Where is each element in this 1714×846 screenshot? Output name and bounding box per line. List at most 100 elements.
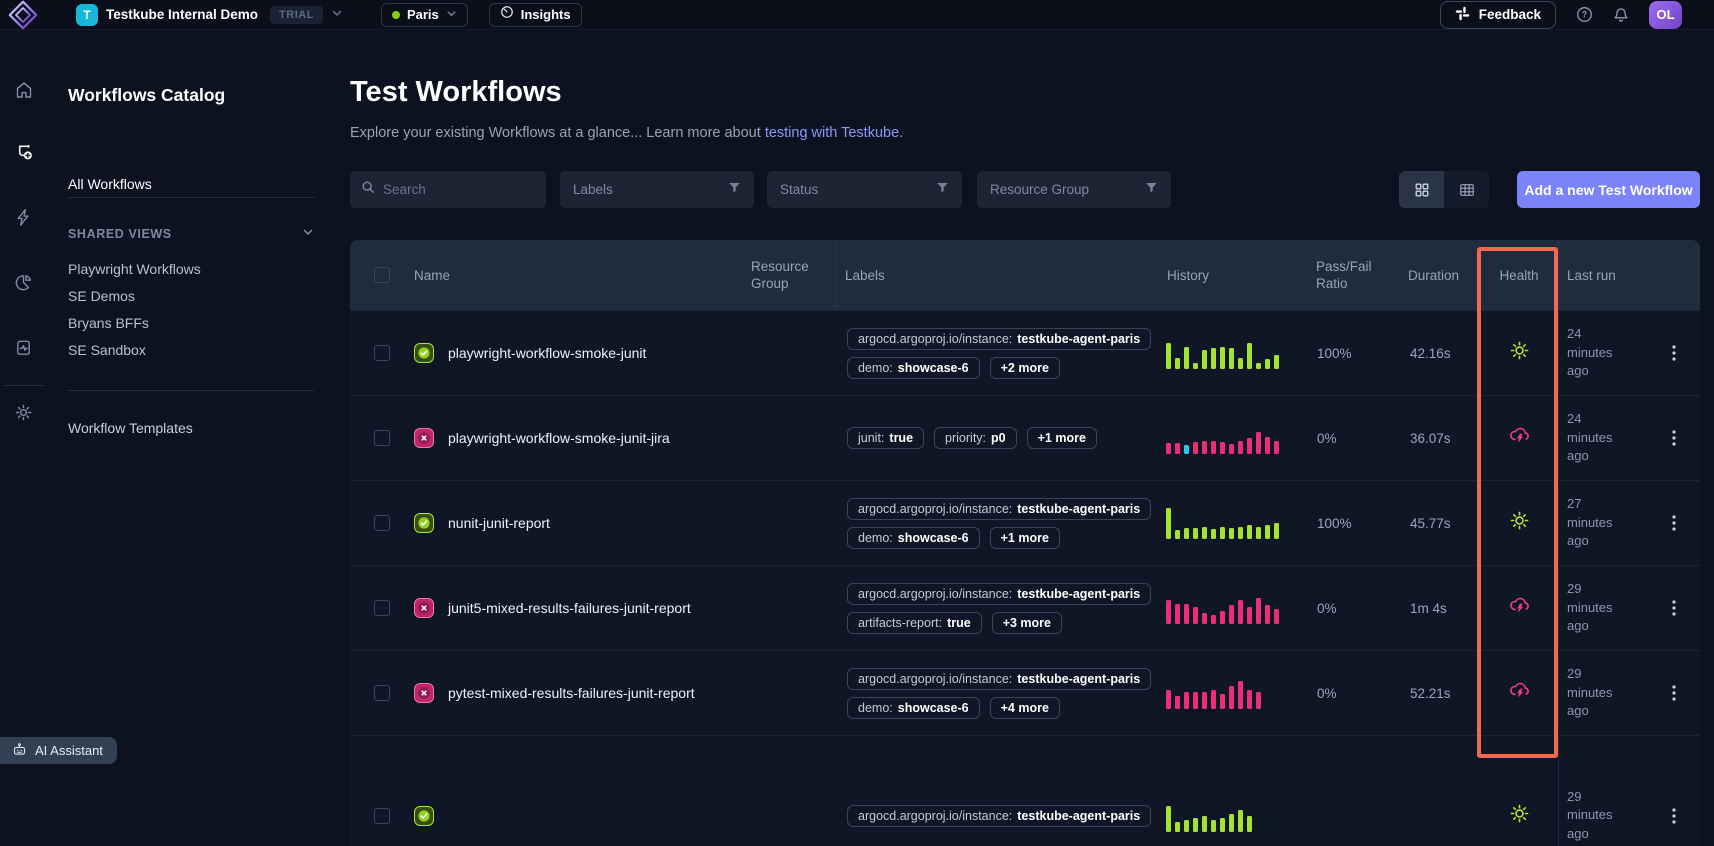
column-header-duration: Duration bbox=[1400, 240, 1480, 310]
label-chip[interactable]: argocd.argoproj.io/instance:testkube-age… bbox=[847, 805, 1151, 827]
label-chip-row: argocd.argoproj.io/instance:testkube-age… bbox=[847, 583, 1151, 605]
help-button[interactable]: ? bbox=[1576, 6, 1593, 23]
row-actions-menu[interactable] bbox=[1648, 481, 1700, 565]
label-chip[interactable]: priority:p0 bbox=[934, 427, 1017, 449]
insights-label: Insights bbox=[521, 7, 571, 22]
ai-assistant-button[interactable]: AI Assistant bbox=[0, 737, 117, 764]
workflow-name[interactable]: nunit-junit-report bbox=[448, 515, 550, 531]
labels-filter[interactable]: Labels bbox=[560, 171, 754, 208]
column-header-name-label: Name bbox=[414, 267, 450, 284]
testing-with-testkube-link[interactable]: testing with Testkube bbox=[765, 125, 899, 141]
row-actions-menu[interactable] bbox=[1648, 736, 1700, 846]
history-bar bbox=[1211, 615, 1216, 624]
sidebar-item-shared-view-1[interactable]: SE Demos bbox=[68, 283, 201, 310]
row-checkbox[interactable] bbox=[374, 430, 390, 446]
workflow-name-cell[interactable]: playwright-workflow-smoke-junit bbox=[410, 311, 738, 395]
workflow-name[interactable]: playwright-workflow-smoke-junit bbox=[448, 345, 646, 361]
workflow-name-cell[interactable] bbox=[410, 736, 738, 846]
label-chip[interactable]: argocd.argoproj.io/instance:testkube-age… bbox=[847, 498, 1151, 520]
funnel-filter-icon bbox=[936, 181, 949, 199]
runs-lightning-nav-icon[interactable] bbox=[14, 208, 33, 232]
shared-views-header[interactable]: SHARED VIEWS bbox=[68, 226, 314, 241]
label-chip[interactable]: demo:showcase-6 bbox=[847, 357, 980, 379]
label-value: showcase-6 bbox=[898, 701, 969, 715]
workflow-name-cell[interactable]: playwright-workflow-smoke-junit-jira bbox=[410, 396, 738, 480]
row-checkbox[interactable] bbox=[374, 808, 390, 824]
history-bars[interactable] bbox=[1166, 507, 1279, 539]
row-checkbox[interactable] bbox=[374, 600, 390, 616]
resource-group-filter[interactable]: Resource Group bbox=[977, 171, 1171, 208]
status-filter[interactable]: Status bbox=[767, 171, 962, 208]
table-row: junit5-mixed-results-failures-junit-repo… bbox=[350, 565, 1700, 650]
status-clipboard-nav-icon[interactable] bbox=[14, 338, 33, 362]
row-checkbox-cell bbox=[350, 311, 410, 395]
history-bars[interactable] bbox=[1166, 337, 1279, 369]
history-bar bbox=[1184, 528, 1189, 539]
history-bars[interactable] bbox=[1166, 422, 1279, 454]
workflows-nav-icon[interactable] bbox=[14, 142, 35, 168]
workflow-name-cell[interactable]: pytest-mixed-results-failures-junit-repo… bbox=[410, 651, 738, 735]
row-actions-menu[interactable] bbox=[1648, 396, 1700, 480]
workflow-name-cell[interactable]: junit5-mixed-results-failures-junit-repo… bbox=[410, 566, 738, 650]
sidebar-item-shared-view-0[interactable]: Playwright Workflows bbox=[68, 256, 201, 283]
label-chip[interactable]: argocd.argoproj.io/instance:testkube-age… bbox=[847, 328, 1151, 350]
history-bar bbox=[1220, 347, 1225, 369]
workflow-name[interactable]: playwright-workflow-smoke-junit-jira bbox=[448, 430, 670, 446]
org-selector[interactable]: T Testkube Internal Demo TRIAL bbox=[76, 4, 343, 26]
row-checkbox[interactable] bbox=[374, 515, 390, 531]
history-bar bbox=[1193, 692, 1198, 709]
reports-pie-nav-icon[interactable] bbox=[14, 273, 33, 297]
shared-views-list: Playwright WorkflowsSE DemosBryans BFFsS… bbox=[68, 256, 201, 364]
sidebar-item-all-workflows[interactable]: All Workflows bbox=[68, 176, 152, 192]
user-avatar[interactable]: OL bbox=[1649, 1, 1682, 29]
settings-gear-icon[interactable] bbox=[14, 403, 33, 427]
notifications-bell-button[interactable] bbox=[1613, 7, 1629, 23]
label-chip[interactable]: junit:true bbox=[847, 427, 924, 449]
more-labels-chip[interactable]: +2 more bbox=[990, 357, 1060, 379]
more-labels-chip[interactable]: +4 more bbox=[990, 697, 1060, 719]
grid-view-button[interactable] bbox=[1399, 171, 1444, 208]
more-labels-chip[interactable]: +1 more bbox=[990, 527, 1060, 549]
home-nav-icon[interactable] bbox=[14, 80, 34, 105]
history-cell bbox=[1160, 651, 1305, 735]
table-row: pytest-mixed-results-failures-junit-repo… bbox=[350, 650, 1700, 735]
label-chip[interactable]: demo:showcase-6 bbox=[847, 697, 980, 719]
chevron-down-icon bbox=[302, 226, 314, 241]
add-test-workflow-button[interactable]: Add a new Test Workflow bbox=[1517, 171, 1700, 208]
table-view-button[interactable] bbox=[1444, 171, 1489, 208]
label-chip[interactable]: argocd.argoproj.io/instance:testkube-age… bbox=[847, 583, 1151, 605]
label-chip[interactable]: demo:showcase-6 bbox=[847, 527, 980, 549]
slack-icon bbox=[1455, 6, 1470, 24]
history-bars[interactable] bbox=[1166, 800, 1252, 832]
workflow-name[interactable]: pytest-mixed-results-failures-junit-repo… bbox=[448, 685, 695, 701]
label-chip-row: demo:showcase-6 +1 more bbox=[847, 527, 1060, 549]
insights-button[interactable]: Insights bbox=[489, 3, 582, 27]
row-actions-menu[interactable] bbox=[1648, 566, 1700, 650]
environment-selector[interactable]: Paris bbox=[381, 3, 468, 27]
workflow-name[interactable]: junit5-mixed-results-failures-junit-repo… bbox=[448, 600, 691, 616]
history-bars[interactable] bbox=[1166, 592, 1279, 624]
sidebar-item-workflow-templates[interactable]: Workflow Templates bbox=[68, 420, 193, 436]
last-run-cell: 29 minutes ago bbox=[1558, 651, 1648, 735]
history-bars[interactable] bbox=[1166, 677, 1261, 709]
more-labels-chip[interactable]: +1 more bbox=[1027, 427, 1097, 449]
label-chip[interactable]: artifacts-report:true bbox=[847, 612, 982, 634]
row-actions-menu[interactable] bbox=[1648, 651, 1700, 735]
feedback-button[interactable]: Feedback bbox=[1440, 1, 1556, 29]
sidebar-item-shared-view-3[interactable]: SE Sandbox bbox=[68, 337, 201, 364]
history-bar bbox=[1175, 822, 1180, 832]
history-bar bbox=[1202, 350, 1207, 369]
labels-cell: argocd.argoproj.io/instance:testkube-age… bbox=[835, 651, 1160, 735]
history-bar bbox=[1220, 527, 1225, 539]
sidebar-item-shared-view-2[interactable]: Bryans BFFs bbox=[68, 310, 201, 337]
row-checkbox[interactable] bbox=[374, 685, 390, 701]
insights-gauge-icon bbox=[500, 5, 514, 24]
more-labels-chip[interactable]: +3 more bbox=[992, 612, 1062, 634]
row-actions-menu[interactable] bbox=[1648, 311, 1700, 395]
search-input[interactable] bbox=[383, 182, 535, 197]
select-all-checkbox-box[interactable] bbox=[374, 267, 390, 283]
sidebar-title: Workflows Catalog bbox=[68, 85, 225, 106]
workflow-name-cell[interactable]: nunit-junit-report bbox=[410, 481, 738, 565]
label-chip[interactable]: argocd.argoproj.io/instance:testkube-age… bbox=[847, 668, 1151, 690]
row-checkbox[interactable] bbox=[374, 345, 390, 361]
